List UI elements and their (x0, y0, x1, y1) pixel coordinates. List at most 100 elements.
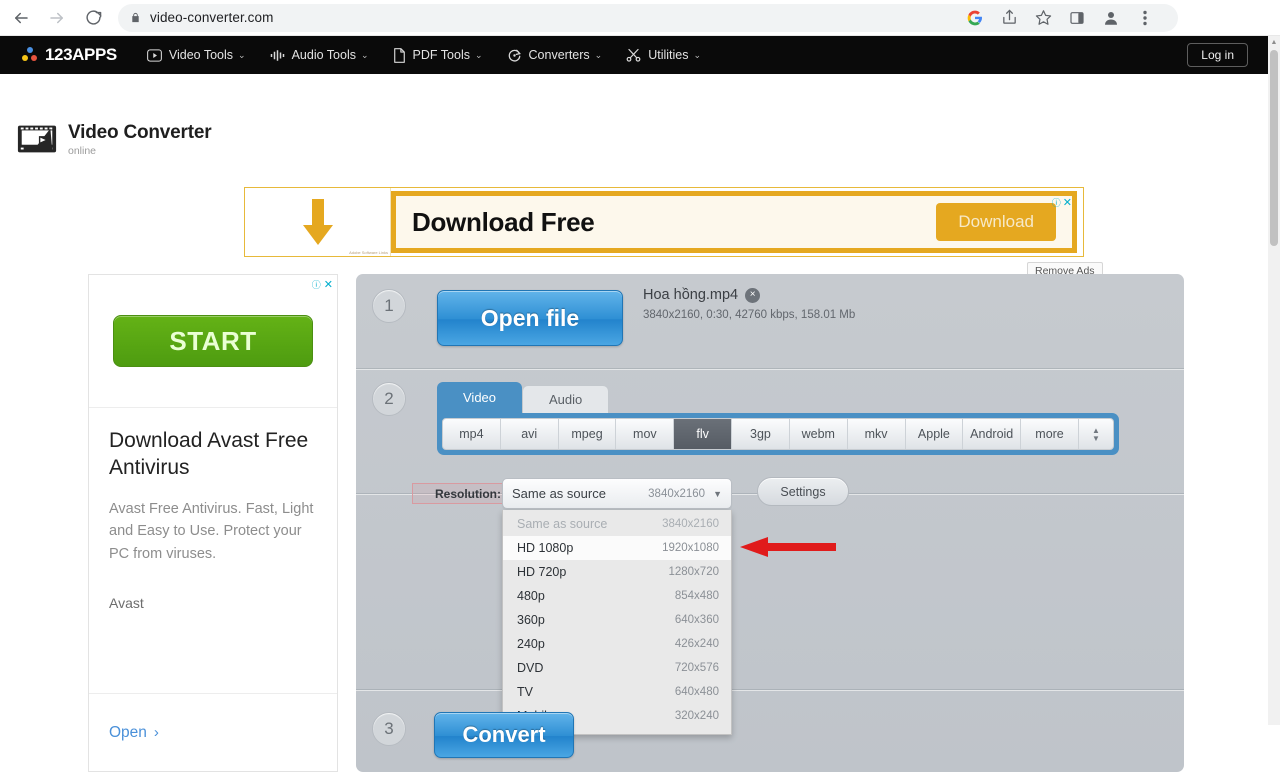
back-arrow-icon[interactable] (6, 3, 36, 33)
top-banner-ad[interactable]: Adobe Software Links Download Free Downl… (244, 187, 1084, 257)
login-button[interactable]: Log in (1187, 43, 1248, 67)
nav-label: Audio Tools (291, 48, 356, 62)
format-selector: Video Audio mp4 avi mpeg mov flv 3gp web… (437, 382, 1119, 455)
sidebar-ad-badge[interactable]: ⓘ ✕ (312, 278, 333, 291)
profile-avatar-icon[interactable] (1097, 4, 1125, 32)
option-label: DVD (517, 661, 544, 675)
ad-info-icon[interactable]: ⓘ (312, 278, 321, 291)
option-dimension: 426x240 (674, 638, 719, 650)
resolution-option-hd-1080p[interactable]: HD 1080p 1920x1080 (503, 536, 731, 560)
format-android[interactable]: Android (963, 419, 1022, 449)
ad-close-icon[interactable]: ✕ (324, 278, 333, 291)
brand-logo[interactable]: 123APPS (22, 45, 117, 65)
convert-button[interactable]: Convert (434, 712, 574, 758)
ad-download-button[interactable]: Download (936, 203, 1056, 241)
sidebar-ad-title: Download Avast Free Antivirus (109, 429, 309, 479)
resolution-selected-dimension: 3840x2160 (648, 487, 706, 500)
ad-info-icon[interactable]: ⓘ (1052, 196, 1061, 209)
nav-item-pdf-tools[interactable]: PDF Tools ⌄ (393, 47, 483, 63)
resolution-option-same-as-source[interactable]: Same as source 3840x2160 (503, 512, 731, 536)
brand-dots-icon (22, 47, 38, 63)
nav-item-video-tools[interactable]: Video Tools ⌄ (146, 48, 246, 62)
sidebar-ad-footer: Open › (89, 693, 337, 771)
ad-close-icon[interactable]: ✕ (1063, 196, 1072, 209)
share-icon[interactable] (995, 4, 1023, 32)
option-dimension: 1280x720 (668, 566, 719, 578)
nav-label: Video Tools (168, 48, 234, 62)
option-label: HD 1080p (517, 541, 574, 555)
nav-item-audio-tools[interactable]: Audio Tools ⌄ (270, 48, 369, 62)
chevron-down-icon: ⌄ (361, 49, 369, 60)
option-dimension: 640x480 (674, 686, 719, 698)
ad-badge[interactable]: ⓘ ✕ (1052, 196, 1072, 209)
format-flv[interactable]: flv (674, 419, 733, 449)
option-label: TV (517, 685, 533, 699)
side-panel-icon[interactable] (1063, 4, 1091, 32)
sidebar-ad-description: Avast Free Antivirus. Fast, Light and Ea… (109, 500, 314, 562)
bookmark-star-icon[interactable] (1029, 4, 1057, 32)
format-spinner[interactable]: ▲ ▼ (1079, 419, 1113, 449)
ad-attribution: Adobe Software Links (349, 249, 388, 255)
google-icon[interactable] (961, 4, 989, 32)
scissors-icon (626, 48, 641, 63)
open-label: Open (109, 723, 147, 741)
resolution-option-240p[interactable]: 240p 426x240 (503, 632, 731, 656)
open-file-button[interactable]: Open file (437, 290, 623, 346)
scrollbar-up-arrow-icon[interactable]: ▲ (1268, 36, 1280, 48)
format-mpeg[interactable]: mpeg (559, 419, 617, 449)
nav-item-utilities[interactable]: Utilities ⌄ (626, 48, 701, 63)
three-dot-menu-icon[interactable] (1131, 4, 1159, 32)
format-mp4[interactable]: mp4 (443, 419, 501, 449)
site-logo[interactable]: Video Converter online (16, 118, 212, 160)
option-label: 480p (517, 589, 545, 603)
reload-icon[interactable] (78, 3, 108, 33)
toolbar-icon-group (958, 4, 1166, 32)
scrollbar-thumb[interactable] (1270, 50, 1278, 246)
option-dimension: 320x240 (674, 710, 719, 722)
logo-title: Video Converter (68, 121, 212, 143)
file-remove-icon[interactable]: × (745, 287, 761, 303)
forward-arrow-icon[interactable] (42, 3, 72, 33)
tab-audio[interactable]: Audio (522, 385, 610, 413)
nav-label: Converters (528, 48, 590, 62)
step-3-number: 3 (372, 712, 406, 746)
tab-video[interactable]: Video (437, 382, 523, 413)
format-avi[interactable]: avi (501, 419, 559, 449)
spinner-up-icon[interactable]: ▲ (1092, 426, 1100, 434)
resolution-select[interactable]: Same as source 3840x2160 ▼ (502, 478, 732, 509)
nav-item-converters[interactable]: Converters ⌄ (507, 48, 602, 63)
format-mov[interactable]: mov (616, 419, 675, 449)
settings-button[interactable]: Settings (757, 477, 849, 506)
resolution-option-hd-720p[interactable]: HD 720p 1280x720 (503, 560, 731, 584)
nav-items: Video Tools ⌄ Audio Tools ⌄ PDF Tools ⌄ … (146, 47, 725, 63)
ad-image-panel: Adobe Software Links (245, 188, 391, 256)
option-label: 240p (517, 637, 545, 651)
resolution-option-360p[interactable]: 360p 640x360 (503, 608, 731, 632)
resolution-dropdown[interactable]: Same as source 3840x2160 HD 1080p 1920x1… (502, 510, 732, 735)
address-bar[interactable]: video-converter.com (118, 3, 1178, 32)
sidebar-ad-open-link[interactable]: Open › (109, 724, 159, 742)
convert-circle-icon (507, 48, 522, 63)
file-info: Hoa hồng.mp4 × 3840x2160, 0:30, 42760 kb… (643, 287, 855, 321)
resolution-option-dvd[interactable]: DVD 720x576 (503, 656, 731, 680)
chevron-right-icon: › (153, 724, 159, 741)
page-scrollbar[interactable]: ▲ (1268, 36, 1280, 725)
resolution-option-tv[interactable]: TV 640x480 (503, 680, 731, 704)
format-mkv[interactable]: mkv (848, 419, 906, 449)
video-play-icon (146, 48, 162, 62)
file-metadata: 3840x2160, 0:30, 42760 kbps, 158.01 Mb (643, 309, 856, 321)
sidebar-ad[interactable]: ⓘ ✕ START Download Avast Free Antivirus … (88, 274, 338, 772)
option-dimension: 720x576 (674, 662, 719, 674)
converter-panel (356, 274, 1184, 772)
ad-start-button[interactable]: START (113, 315, 313, 367)
spinner-down-icon[interactable]: ▼ (1092, 434, 1100, 442)
url-text: video-converter.com (150, 10, 274, 25)
format-bar: mp4 avi mpeg mov flv 3gp webm mkv Apple … (437, 413, 1119, 455)
resolution-option-480p[interactable]: 480p 854x480 (503, 584, 731, 608)
format-apple[interactable]: Apple (906, 419, 964, 449)
format-webm[interactable]: webm (790, 419, 848, 449)
sidebar-ad-body: Download Avast Free Antivirus Avast Free… (89, 408, 337, 611)
format-more[interactable]: more (1021, 419, 1079, 449)
format-3gp[interactable]: 3gp (732, 419, 790, 449)
lock-icon (130, 11, 141, 24)
